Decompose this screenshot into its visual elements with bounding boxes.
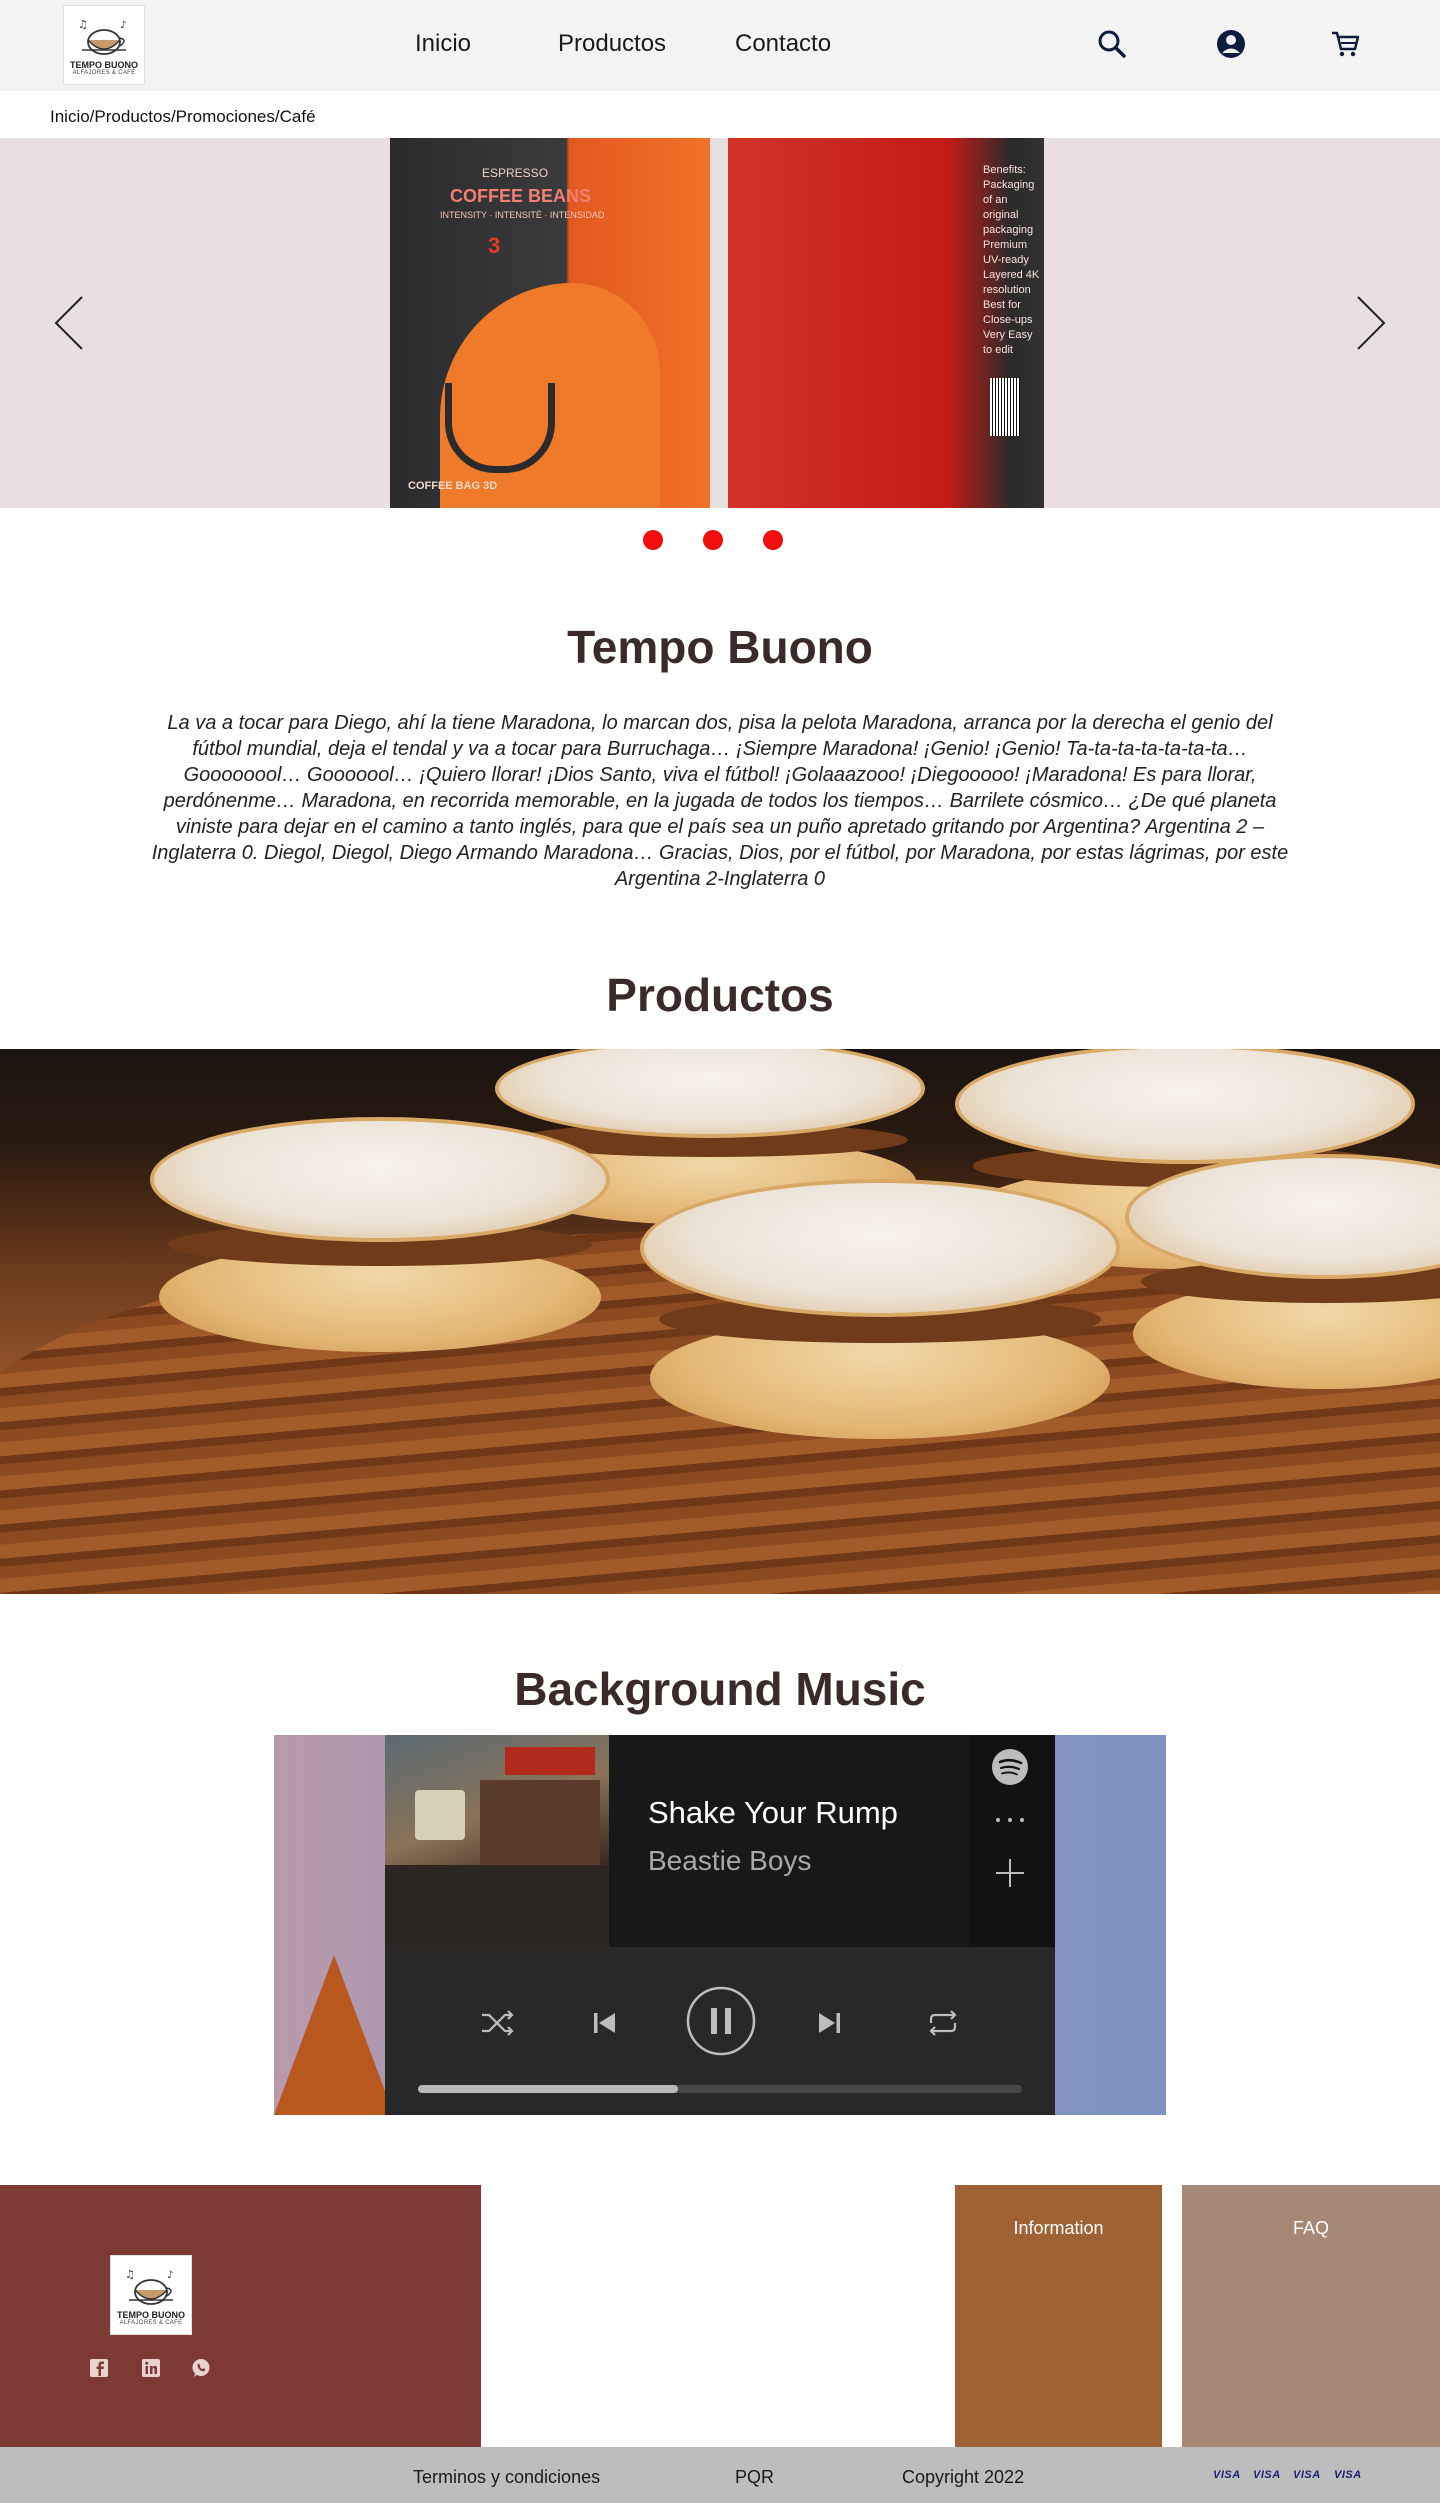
alfajor xyxy=(1125,1154,1440,1394)
progress-bar[interactable] xyxy=(418,2085,1022,2093)
bag-benefits: Benefits: Packaging of an original packa… xyxy=(983,164,1040,356)
coffee-cup-music-notes-icon: ♫ ♪ xyxy=(78,18,126,55)
visa-card-icon: VISA xyxy=(1293,2469,1321,2481)
footer-logo-subtitle: ALFAJORES & CAFÉ xyxy=(119,2320,183,2326)
bag-pre-title: ESPRESSO xyxy=(482,166,549,180)
user-icon[interactable] xyxy=(1214,27,1248,61)
alfajor xyxy=(150,1117,610,1357)
pause-icon[interactable] xyxy=(685,1985,757,2057)
carousel-dot-1[interactable] xyxy=(643,530,663,550)
player-controls xyxy=(385,1947,1055,2115)
bag-title: COFFEE BEANS xyxy=(450,186,592,206)
logo-name: TEMPO BUONO xyxy=(69,60,138,70)
barcode xyxy=(990,378,1020,436)
song-title[interactable]: Shake Your Rump xyxy=(648,1795,898,1831)
next-icon[interactable] xyxy=(815,2009,843,2037)
information-box[interactable]: Information xyxy=(955,2185,1162,2447)
search-icon[interactable] xyxy=(1095,27,1129,61)
album-building xyxy=(480,1780,600,1870)
artist-name[interactable]: Beastie Boys xyxy=(648,1845,811,1877)
carousel-dot-2[interactable] xyxy=(703,530,723,550)
intro-title: Tempo Buono xyxy=(567,621,873,673)
repeat-icon[interactable] xyxy=(925,2009,961,2037)
album-sign-small xyxy=(415,1790,465,1840)
svg-text:♪: ♪ xyxy=(167,2270,173,2281)
information-link[interactable]: Information xyxy=(955,2218,1162,2239)
visa-card-icon: VISA xyxy=(1213,2469,1241,2481)
svg-text:♫: ♫ xyxy=(125,2268,135,2281)
nav-productos[interactable]: Productos xyxy=(558,30,666,58)
bag-intensity: 3 xyxy=(488,233,501,258)
facebook-icon[interactable] xyxy=(88,2357,110,2379)
more-options-icon[interactable] xyxy=(990,1813,1030,1827)
coffee-cup-music-notes-icon: ♫ ♪ xyxy=(125,2268,173,2305)
linkedin-icon[interactable] xyxy=(140,2357,162,2379)
hero-carousel[interactable]: ESPRESSO COFFEE BEANS INTENSITY · INTENS… xyxy=(0,138,1440,508)
bag-subtitle: INTENSITY · INTENSITÉ · INTENSIDAD xyxy=(440,210,605,220)
footer-brand: ♫ ♪ TEMPO BUONO ALFAJORES & CAFÉ xyxy=(0,2185,481,2447)
shuffle-icon[interactable] xyxy=(480,2009,516,2037)
carousel-prev-icon[interactable] xyxy=(52,293,86,353)
coffee-bag-image: ESPRESSO COFFEE BEANS INTENSITY · INTENS… xyxy=(390,138,710,508)
alfajores-image xyxy=(0,1049,1440,1594)
footer-logo-name: TEMPO BUONO xyxy=(116,2310,185,2320)
alfajor xyxy=(640,1179,1120,1444)
svg-text:♪: ♪ xyxy=(120,20,126,31)
svg-text:♫: ♫ xyxy=(78,18,88,31)
bag-footer: COFFEE BAG 3D xyxy=(408,480,498,492)
carousel-dots xyxy=(0,530,1440,550)
copyright-text: Copyright 2022 xyxy=(902,2467,1025,2487)
site-header: ♫ ♪ TEMPO BUONO ALFAJORES & CAFÉ Inicio … xyxy=(0,0,1440,91)
previous-icon[interactable] xyxy=(591,2009,619,2037)
visa-card-icon: VISA xyxy=(1253,2469,1281,2481)
products-title: Productos xyxy=(606,969,834,1021)
coffee-bag-back-image: Benefits: Packaging of an original packa… xyxy=(728,138,1044,508)
pqr-link[interactable]: PQR xyxy=(735,2467,774,2488)
carousel-dot-3[interactable] xyxy=(763,530,783,550)
nav-inicio[interactable]: Inicio xyxy=(415,30,471,58)
player-side-actions xyxy=(970,1735,1055,1947)
album-street xyxy=(385,1865,609,1947)
progress-fill xyxy=(418,2085,678,2093)
music-title: Background Music xyxy=(514,1663,926,1715)
faq-link[interactable]: FAQ xyxy=(1182,2218,1440,2239)
brand-logo[interactable]: ♫ ♪ TEMPO BUONO ALFAJORES & CAFÉ xyxy=(63,5,145,85)
whatsapp-icon[interactable] xyxy=(190,2357,212,2379)
carousel-next-icon[interactable] xyxy=(1354,293,1388,353)
album-cover[interactable] xyxy=(385,1735,609,1947)
footer-logo[interactable]: ♫ ♪ TEMPO BUONO ALFAJORES & CAFÉ xyxy=(110,2255,192,2335)
add-icon[interactable] xyxy=(990,1853,1030,1893)
mountain-background xyxy=(274,1955,394,2115)
music-widget: Shake Your Rump Beastie Boys xyxy=(274,1735,1166,2115)
album-sign xyxy=(505,1747,595,1775)
nav-contacto[interactable]: Contacto xyxy=(735,30,831,58)
visa-card-icon: VISA xyxy=(1334,2469,1362,2481)
coffee-cup-graphic xyxy=(445,383,555,473)
faq-box[interactable]: FAQ xyxy=(1182,2185,1440,2447)
breadcrumb[interactable]: Inicio/Productos/Promociones/Café xyxy=(50,107,316,127)
intro-text: La va a tocar para Diego, ahí la tiene M… xyxy=(151,712,1289,890)
bottom-bar: Terminos y condiciones PQR Copyright 202… xyxy=(0,2447,1440,2503)
spotify-icon[interactable] xyxy=(990,1747,1030,1787)
logo-subtitle: ALFAJORES & CAFÉ xyxy=(72,70,136,76)
terms-link[interactable]: Terminos y condiciones xyxy=(413,2467,600,2488)
spotify-player: Shake Your Rump Beastie Boys xyxy=(385,1735,1055,2115)
player-header: Shake Your Rump Beastie Boys xyxy=(385,1735,1055,1947)
cart-icon[interactable] xyxy=(1328,27,1362,61)
